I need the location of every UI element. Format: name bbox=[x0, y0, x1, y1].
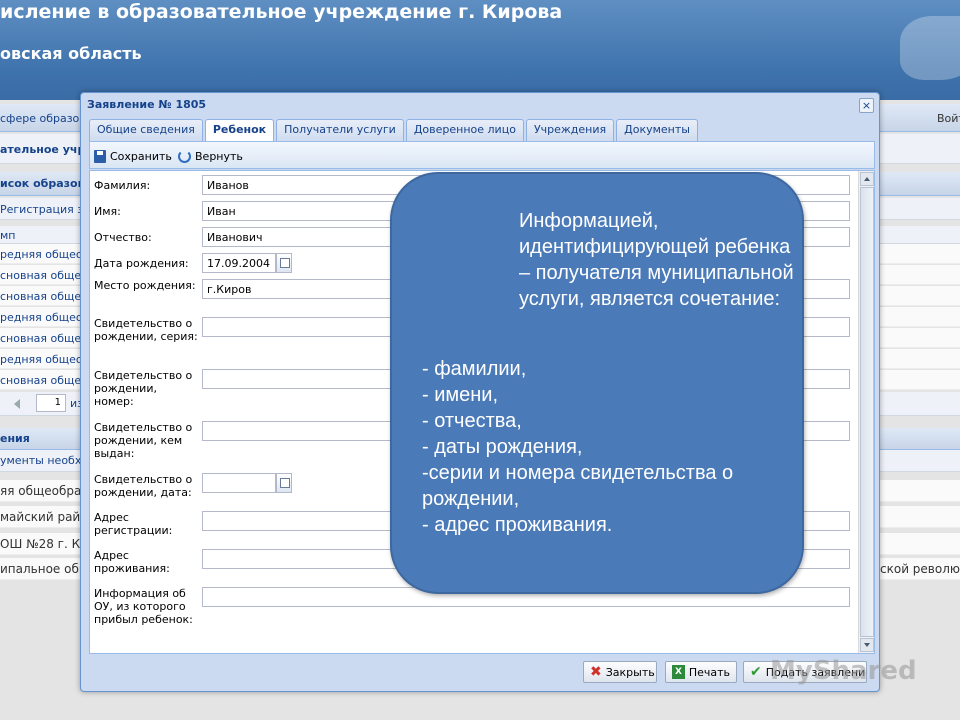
close-button[interactable]: ✖ Закрыть bbox=[583, 661, 657, 683]
scrollbar-thumb[interactable] bbox=[860, 187, 874, 637]
bg-text: ипальное общ bbox=[0, 562, 91, 576]
app-header: исление в образовательное учреждение г. … bbox=[0, 0, 960, 100]
bg-text: ской революц bbox=[880, 562, 960, 576]
bg-text: яя общеобраз bbox=[0, 484, 88, 498]
name-label: Имя: bbox=[94, 205, 121, 218]
form-toolbar: Сохранить Вернуть bbox=[89, 141, 875, 169]
bg-text: ОШ №28 г. Ки bbox=[0, 537, 88, 551]
previous-school-label: Информация об ОУ, из которого прибыл реб… bbox=[94, 587, 193, 626]
return-label: Вернуть bbox=[195, 149, 243, 163]
tab-child[interactable]: Ребенок bbox=[204, 119, 275, 142]
form-scrollbar[interactable] bbox=[858, 171, 874, 653]
save-button[interactable]: Сохранить bbox=[94, 148, 172, 164]
birth-date-field[interactable] bbox=[202, 253, 276, 273]
excel-icon: X bbox=[672, 665, 685, 679]
russia-map-logo bbox=[900, 16, 960, 80]
bg-text: сфере образо bbox=[0, 112, 80, 125]
close-x-icon: ✖ bbox=[590, 664, 602, 680]
print-button[interactable]: X Печать bbox=[665, 661, 737, 683]
list-item: - даты рождения, bbox=[422, 436, 583, 458]
calendar-icon[interactable] bbox=[276, 253, 292, 273]
bg-text: ательное учре bbox=[0, 143, 93, 156]
bg-text: исок образов bbox=[0, 177, 85, 190]
patronymic-label: Отчество: bbox=[94, 231, 152, 244]
tab-proxy[interactable]: Доверенное лицо bbox=[405, 119, 524, 141]
bg-register-button[interactable]: Регистрация за bbox=[0, 203, 90, 216]
return-icon bbox=[178, 149, 191, 163]
dialog-title: Заявление № 1805 bbox=[87, 98, 207, 111]
tab-general-info[interactable]: Общие сведения bbox=[89, 119, 203, 141]
print-button-label: Печать bbox=[688, 665, 730, 679]
residence-address-label: Адрес проживания: bbox=[94, 549, 170, 575]
list-item: - фамилии, bbox=[422, 358, 527, 380]
list-item: - адрес проживания. bbox=[422, 514, 613, 536]
dialog-footer: ✖ Закрыть X Печать ✔ Подать заявление bbox=[81, 659, 881, 687]
page-number-input[interactable]: 1 bbox=[36, 394, 66, 412]
prev-page-icon[interactable] bbox=[14, 399, 20, 409]
return-button[interactable]: Вернуть bbox=[178, 148, 243, 164]
checkmark-icon: ✔ bbox=[750, 664, 762, 680]
callout-list: - фамилии, - имени, - отчества, - даты р… bbox=[422, 356, 792, 538]
tab-bar: Общие сведения Ребенок Получатели услуги… bbox=[89, 119, 700, 142]
cert-date-field[interactable] bbox=[202, 473, 276, 493]
scroll-up-icon[interactable] bbox=[860, 172, 874, 186]
tab-institutions[interactable]: Учреждения bbox=[525, 119, 615, 141]
cert-number-label: Свидетельство о рождении, номер: bbox=[94, 369, 193, 408]
watermark-logo: MyShared bbox=[770, 656, 917, 686]
birthplace-label: Место рождения: bbox=[94, 279, 196, 292]
cert-date-label: Свидетельство о рождении, дата: bbox=[94, 473, 193, 499]
surname-label: Фамилия: bbox=[94, 179, 151, 192]
calendar-icon[interactable] bbox=[276, 473, 292, 493]
list-item: - имени, bbox=[422, 384, 499, 406]
list-item: - отчества, bbox=[422, 410, 522, 432]
info-callout: Информацией, идентифицирующей ребенка – … bbox=[390, 172, 804, 594]
tab-service-recipients[interactable]: Получатели услуги bbox=[276, 119, 404, 141]
list-item: -серии и номера свидетельства о рождении… bbox=[422, 462, 734, 510]
save-label: Сохранить bbox=[110, 149, 172, 163]
close-icon[interactable]: × bbox=[859, 98, 874, 113]
save-icon bbox=[94, 149, 106, 163]
bg-text: мп bbox=[0, 229, 16, 242]
app-title: исление в образовательное учреждение г. … bbox=[0, 1, 563, 23]
login-button[interactable]: Войт bbox=[937, 112, 960, 125]
cert-issuer-label: Свидетельство о рождении, кем выдан: bbox=[94, 421, 193, 460]
cert-series-label: Свидетельство о рождении, серия: bbox=[94, 317, 198, 343]
app-subtitle: овская область bbox=[0, 44, 142, 63]
close-button-label: Закрыть bbox=[605, 665, 655, 679]
birth-date-label: Дата рождения: bbox=[94, 257, 189, 270]
scroll-down-icon[interactable] bbox=[860, 638, 874, 652]
registration-address-label: Адрес регистрации: bbox=[94, 511, 173, 537]
callout-intro: Информацией, идентифицирующей ребенка – … bbox=[519, 210, 794, 310]
bg-text: ения bbox=[0, 432, 30, 445]
tab-documents[interactable]: Документы bbox=[616, 119, 698, 141]
